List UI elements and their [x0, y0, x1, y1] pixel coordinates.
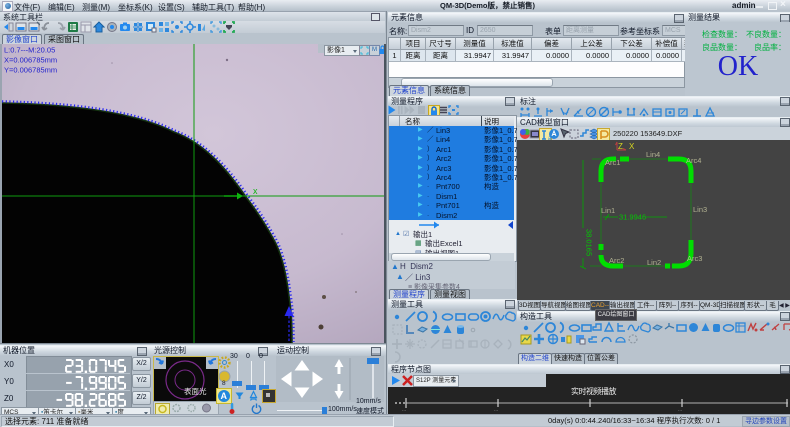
svg-text:Lin2: Lin2 [647, 258, 661, 267]
svg-text:A: A [221, 391, 228, 401]
svg-text:...: ... [494, 407, 498, 412]
svg-text:X=0.006785mm: X=0.006785mm [4, 56, 57, 65]
svg-text:...: ... [402, 407, 406, 412]
svg-text:Arc3: Arc3 [687, 254, 702, 263]
svg-text:X: X [629, 142, 635, 151]
svg-text:...: ... [678, 407, 682, 412]
svg-text:Lin3: Lin3 [693, 205, 707, 214]
svg-text:38.0165: 38.0165 [585, 229, 594, 256]
svg-text:表面光: 表面光 [184, 386, 207, 396]
svg-text:Arc4: Arc4 [686, 156, 701, 165]
svg-text:Lin4: Lin4 [646, 150, 660, 159]
svg-text:31.9946: 31.9946 [619, 213, 646, 222]
svg-text:Lin1: Lin1 [601, 206, 615, 215]
svg-text:Arc1: Arc1 [605, 158, 620, 167]
svg-text:x: x [253, 186, 258, 196]
svg-text:L:0.7---M:20.05: L:0.7---M:20.05 [4, 46, 55, 55]
svg-text:Arc2: Arc2 [609, 256, 624, 265]
svg-text:Y=0.006785mm: Y=0.006785mm [4, 66, 57, 75]
